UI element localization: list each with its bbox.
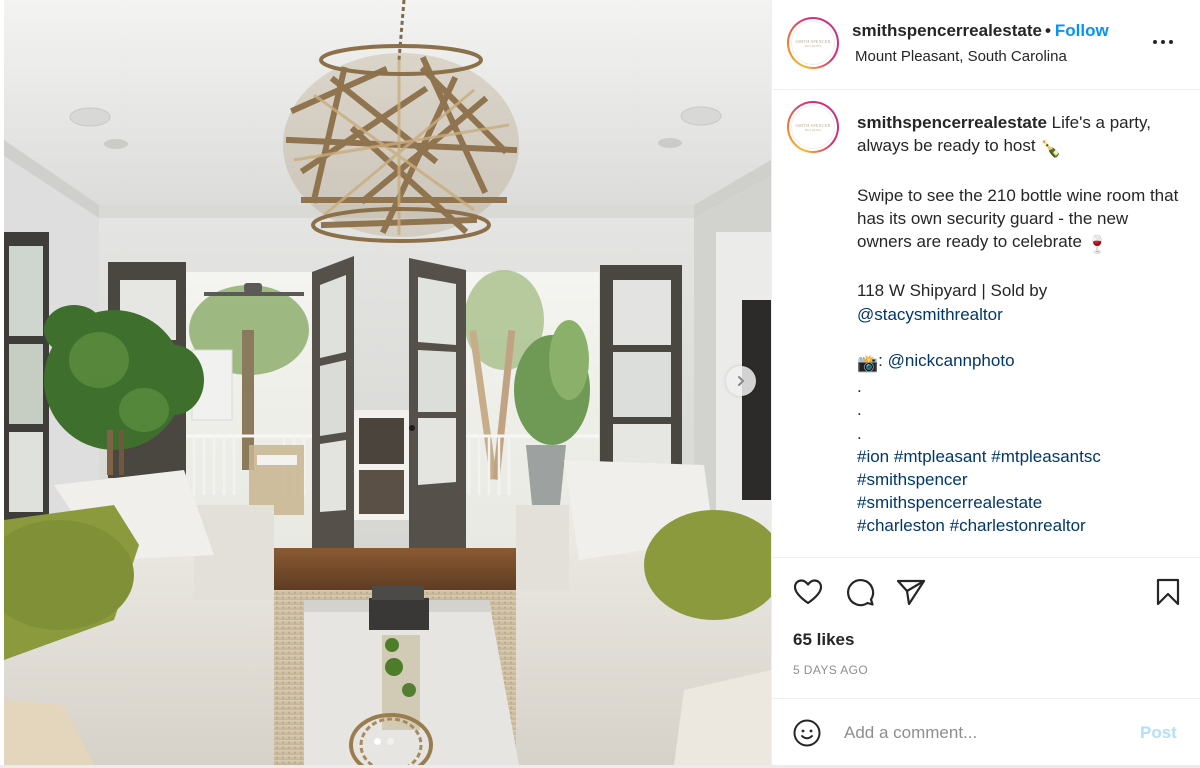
brand-logo: SMITH SPENCER REAL ESTATE	[791, 21, 835, 65]
mention-link[interactable]: @nickcannphoto	[888, 351, 1015, 370]
post-sidebar: SMITH SPENCER REAL ESTATE smithspencerre…	[771, 0, 1200, 765]
brand-logo: SMITH SPENCER REAL ESTATE	[791, 105, 835, 149]
carousel-next-button[interactable]	[726, 366, 756, 396]
hashtag-link[interactable]: #mtpleasant	[894, 447, 987, 466]
location-link[interactable]: Mount Pleasant, South Carolina	[855, 48, 1067, 65]
caption-area: SMITH SPENCER REAL ESTATE smithspencerre…	[772, 91, 1200, 558]
hashtag-link[interactable]: #smithspencerrealestate	[857, 493, 1042, 512]
hashtag-link[interactable]: #charlestonrealtor	[950, 516, 1086, 535]
carousel-dot	[387, 738, 394, 745]
hashtags: #ion #mtpleasant #mtpleasantsc #smithspe…	[857, 445, 1187, 538]
post-header: SMITH SPENCER REAL ESTATE smithspencerre…	[772, 0, 1200, 90]
champagne-emoji-icon: 🍾	[1040, 139, 1062, 159]
caption-para-2: Swipe to see the 210 bottle wine room th…	[857, 184, 1187, 257]
mention-link[interactable]: @stacysmithrealtor	[857, 305, 1003, 324]
hashtag-link[interactable]: #charleston	[857, 516, 945, 535]
share-button[interactable]	[895, 576, 927, 608]
heart-icon	[793, 579, 823, 605]
carousel-dot-active	[374, 738, 381, 745]
bookmark-icon	[1156, 578, 1180, 606]
caption-username[interactable]: smithspencerrealestate	[857, 113, 1047, 132]
emoji-picker-button[interactable]	[792, 718, 822, 748]
caption-dot: .	[857, 377, 862, 397]
instagram-post: SMITH SPENCER REAL ESTATE smithspencerre…	[0, 0, 1200, 765]
smiley-icon	[793, 719, 821, 747]
caption-para-1: smithspencerrealestate Life's a party, a…	[857, 111, 1187, 160]
caption-dot: .	[857, 423, 862, 443]
avatar[interactable]: SMITH SPENCER REAL ESTATE	[787, 17, 839, 69]
chevron-right-icon	[738, 376, 744, 386]
carousel-indicator	[374, 738, 394, 745]
separator-dot: •	[1044, 21, 1051, 40]
living-room-photo	[4, 0, 771, 765]
header-user-line: smithspencerrealestate • Follow	[852, 21, 1109, 41]
caption-para-3: 118 W Shipyard | Sold by @stacysmithreal…	[857, 281, 1048, 324]
comment-icon	[846, 578, 875, 607]
caption-text: smithspencerrealestate Life's a party, a…	[857, 111, 1187, 538]
follow-button[interactable]: Follow	[1055, 21, 1109, 40]
hashtag-link[interactable]: #mtpleasantsc	[991, 447, 1101, 466]
more-dot-icon	[1169, 40, 1173, 44]
like-button[interactable]	[792, 576, 824, 608]
caption-photo-credit: 📸: @nickcannphoto	[857, 349, 1187, 375]
camera-emoji-icon: 📸	[857, 353, 879, 373]
hashtag-link[interactable]: #smithspencer	[857, 470, 968, 489]
save-button[interactable]	[1152, 576, 1184, 608]
more-dot-icon	[1161, 40, 1165, 44]
comment-input[interactable]	[844, 720, 1124, 746]
post-comment-button[interactable]: Post	[1140, 723, 1177, 743]
username-link[interactable]: smithspencerrealestate	[852, 21, 1042, 40]
post-timestamp[interactable]: 5 DAYS AGO	[793, 663, 868, 677]
caption-dot: .	[857, 400, 862, 420]
hashtag-link[interactable]: #ion	[857, 447, 889, 466]
wine-glass-emoji-icon: 🍷	[1086, 235, 1108, 254]
comment-bar: Post	[772, 698, 1200, 765]
paper-plane-icon	[896, 579, 926, 606]
post-media[interactable]	[4, 0, 771, 765]
caption-avatar[interactable]: SMITH SPENCER REAL ESTATE	[787, 101, 839, 153]
likes-count[interactable]: 65 likes	[793, 630, 854, 650]
more-options-button[interactable]	[1153, 37, 1177, 47]
comment-button[interactable]	[844, 576, 876, 608]
action-bar	[772, 570, 1200, 614]
more-dot-icon	[1153, 40, 1157, 44]
